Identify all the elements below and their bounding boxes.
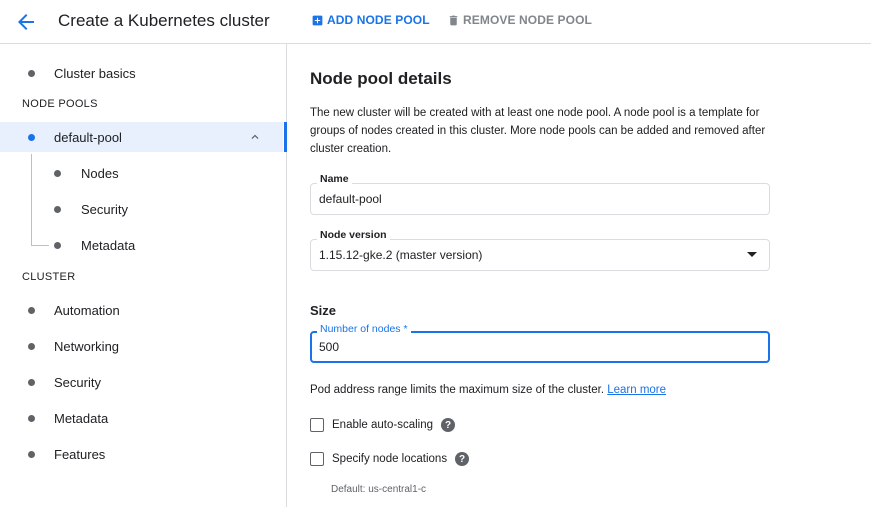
bullet-icon <box>28 306 35 314</box>
name-field[interactable]: Name default-pool <box>310 173 770 215</box>
sidebar-item-features[interactable]: Features <box>0 439 283 469</box>
bullet-icon <box>28 133 35 141</box>
default-location-text: Default: us-central1-c <box>331 484 427 495</box>
section-label-node-pools: NODE POOLS <box>22 98 98 110</box>
sidebar-item-security[interactable]: Security <box>0 367 283 397</box>
dropdown-arrow-icon[interactable] <box>747 252 757 257</box>
autoscaling-option: Enable auto-scaling ? <box>310 415 456 435</box>
bullet-icon <box>28 414 35 422</box>
remove-node-pool-button[interactable]: REMOVE NODE POOL <box>447 13 592 27</box>
node-version-label: Node version <box>317 229 390 241</box>
section-label-cluster: CLUSTER <box>22 271 76 283</box>
size-heading: Size <box>310 303 337 318</box>
bullet-icon <box>28 69 35 77</box>
bullet-icon <box>54 169 61 177</box>
sidebar-item-automation[interactable]: Automation <box>0 295 283 325</box>
sidebar-item-metadata[interactable]: Metadata <box>0 403 283 433</box>
add-node-pool-label: ADD NODE POOL <box>327 13 430 27</box>
sidebar-item-label: Security <box>54 374 101 390</box>
section-title: Node pool details <box>310 69 452 88</box>
main-content: Node pool details The new cluster will b… <box>288 44 871 507</box>
sidebar-item-label: default-pool <box>54 129 122 145</box>
bullet-icon <box>28 450 35 458</box>
learn-more-link[interactable]: Learn more <box>607 384 666 396</box>
autoscaling-label[interactable]: Enable auto-scaling <box>332 419 433 431</box>
pod-range-hint-text: Pod address range limits the maximum siz… <box>310 384 605 396</box>
sidebar-item-label: Features <box>54 446 106 462</box>
node-locations-checkbox[interactable] <box>310 452 324 466</box>
number-of-nodes-field[interactable]: Number of nodes * <box>310 323 770 363</box>
sidebar-item-label: Security <box>81 201 128 217</box>
autoscaling-checkbox[interactable] <box>310 418 324 432</box>
node-locations-label[interactable]: Specify node locations <box>332 453 447 465</box>
sidebar-item-pool-security[interactable]: Security <box>0 194 283 224</box>
number-of-nodes-label: Number of nodes * <box>317 323 411 335</box>
sidebar-item-label: Nodes <box>81 165 119 181</box>
arrow-back-icon <box>18 14 34 30</box>
bullet-icon <box>28 342 35 350</box>
sidebar: Cluster basics NODE POOLS default-pool N… <box>0 44 287 507</box>
help-icon[interactable]: ? <box>455 452 470 466</box>
section-description: The new cluster will be created with at … <box>310 107 766 155</box>
remove-node-pool-label: REMOVE NODE POOL <box>463 13 592 27</box>
bullet-icon <box>54 205 61 213</box>
bullet-icon <box>28 378 35 386</box>
chevron-up-icon[interactable] <box>248 130 262 144</box>
sidebar-item-cluster-basics[interactable]: Cluster basics <box>0 58 283 88</box>
sidebar-item-label: Metadata <box>81 237 136 253</box>
sidebar-item-pool-metadata[interactable]: Metadata <box>0 230 283 260</box>
sidebar-scrollbar[interactable] <box>284 122 287 152</box>
add-node-pool-button[interactable]: ADD NODE POOL <box>311 13 430 27</box>
sidebar-item-label: Networking <box>54 338 120 354</box>
sidebar-item-label: Metadata <box>54 410 109 426</box>
name-field-value[interactable]: default-pool <box>319 192 382 206</box>
add-box-icon <box>312 15 323 25</box>
number-of-nodes-input[interactable] <box>319 338 739 356</box>
sidebar-item-networking[interactable]: Networking <box>0 331 283 361</box>
bullet-icon <box>54 241 61 249</box>
node-version-select[interactable]: Node version 1.15.12-gke.2 (master versi… <box>310 229 770 271</box>
top-bar: Create a Kubernetes cluster ADD NODE POO… <box>0 0 871 44</box>
pod-range-hint: Pod address range limits the maximum siz… <box>310 384 666 396</box>
help-icon[interactable]: ? <box>441 418 456 432</box>
node-locations-option: Specify node locations ? <box>310 449 470 469</box>
name-field-label: Name <box>317 173 352 185</box>
sidebar-item-label: Cluster basics <box>54 65 136 81</box>
sidebar-item-label: Automation <box>54 302 120 318</box>
sidebar-item-nodes[interactable]: Nodes <box>0 158 283 188</box>
trash-icon <box>449 15 458 25</box>
sidebar-item-default-pool[interactable]: default-pool <box>0 122 283 152</box>
page-title: Create a Kubernetes cluster <box>58 11 270 30</box>
back-button[interactable] <box>14 10 38 34</box>
node-version-value[interactable]: 1.15.12-gke.2 (master version) <box>319 248 482 262</box>
